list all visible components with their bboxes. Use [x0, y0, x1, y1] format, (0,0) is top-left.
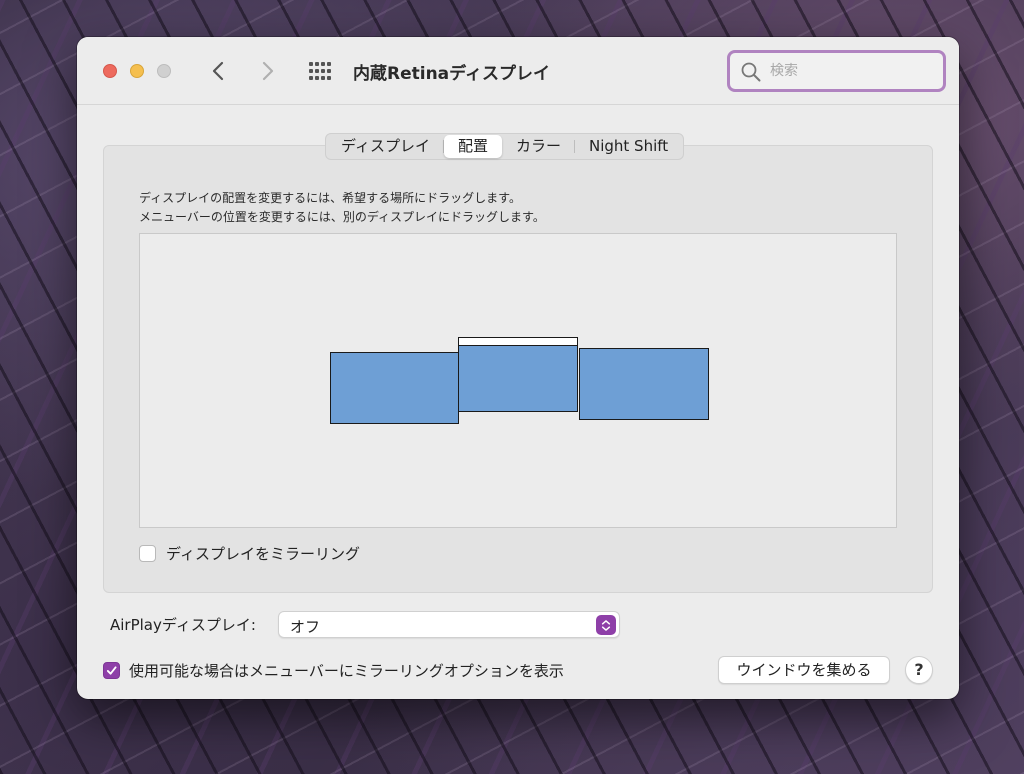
chevron-right-icon	[262, 61, 274, 81]
display-center-main[interactable]	[458, 345, 578, 412]
menubar-indicator[interactable]	[458, 337, 578, 346]
checkmark-icon	[106, 666, 117, 675]
airplay-display-select[interactable]: オフ	[278, 611, 620, 638]
airplay-display-label: AirPlayディスプレイ:	[110, 616, 256, 634]
window-title: 内蔵Retinaディスプレイ	[353, 64, 550, 84]
arrangement-instruction: ディスプレイの配置を変更するには、希望する場所にドラッグします。	[139, 191, 521, 205]
tab-display[interactable]: ディスプレイ	[327, 135, 444, 158]
updown-chevron-icon	[596, 615, 616, 635]
zoom-button[interactable]	[157, 64, 171, 78]
mirror-displays-checkbox[interactable]	[139, 544, 156, 562]
show-all-button[interactable]	[308, 61, 332, 81]
tab-arrangement[interactable]: 配置	[443, 135, 502, 158]
grid-icon	[309, 62, 331, 80]
tab-color[interactable]: カラー	[502, 135, 575, 158]
menubar-instruction: メニューバーの位置を変更するには、別のディスプレイにドラッグします。	[139, 210, 545, 224]
gather-windows-button[interactable]: ウインドウを集める	[718, 656, 890, 684]
back-button[interactable]	[207, 57, 231, 85]
titlebar: 内蔵Retinaディスプレイ	[77, 37, 959, 105]
forward-button[interactable]	[255, 57, 279, 85]
tab-night-shift[interactable]: Night Shift	[575, 135, 682, 158]
mirror-displays-row: ディスプレイをミラーリング	[139, 543, 360, 563]
display-preferences-window: 内蔵Retinaディスプレイ ディスプレイ 配置 カラー Night Shift…	[77, 37, 959, 699]
display-left[interactable]	[330, 352, 459, 424]
display-right[interactable]	[579, 348, 709, 420]
chevron-left-icon	[212, 61, 224, 81]
tab-bar: ディスプレイ 配置 カラー Night Shift	[325, 133, 685, 160]
mirror-displays-label: ディスプレイをミラーリング	[166, 544, 360, 563]
menubar-mirroring-option-row: 使用可能な場合はメニューバーにミラーリングオプションを表示	[103, 660, 564, 681]
airplay-selected-value: オフ	[290, 618, 321, 636]
search-icon	[741, 62, 761, 82]
help-button[interactable]: ?	[905, 656, 933, 684]
search-field[interactable]	[727, 50, 946, 92]
display-arrangement-area	[139, 233, 897, 528]
minimize-button[interactable]	[130, 64, 144, 78]
close-button[interactable]	[103, 64, 117, 78]
menubar-mirroring-checkbox[interactable]	[103, 662, 120, 679]
search-input[interactable]	[770, 60, 935, 82]
menubar-mirroring-label: 使用可能な場合はメニューバーにミラーリングオプションを表示	[129, 662, 564, 680]
